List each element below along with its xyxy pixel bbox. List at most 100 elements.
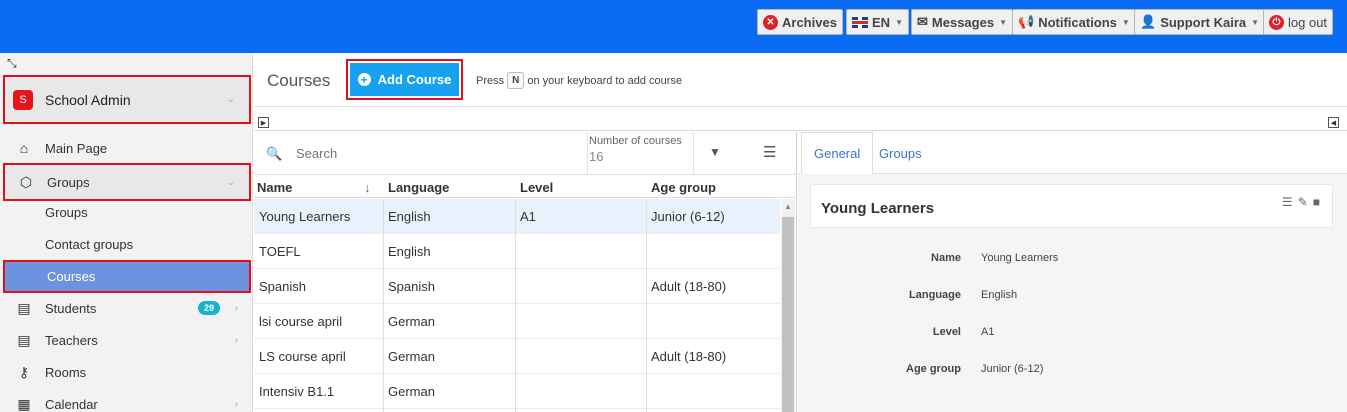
sidebar-item-label: Groups [45, 204, 88, 220]
logout-button[interactable]: ⏻ log out [1263, 9, 1334, 35]
sidebar-item-label: Courses [47, 269, 96, 284]
table-row[interactable]: Young Learners English A1 Junior (6-12) [254, 199, 780, 234]
cell-age-group: Adult (18-80) [651, 279, 727, 294]
megaphone-icon: 📢 [1018, 14, 1035, 29]
column-header-age-group[interactable]: Age group [651, 180, 716, 195]
list-icon[interactable]: ☰ [1282, 195, 1293, 209]
id-card-icon: ▤ [17, 331, 31, 348]
folder-icon[interactable]: ■ [1313, 195, 1320, 209]
sidebar-item-label: Contact groups [45, 236, 134, 252]
sidebar-item-students[interactable]: ▤ Students 29 › [0, 292, 252, 324]
table-row[interactable]: TOEFL English [254, 234, 780, 269]
user-dropdown[interactable]: 👤 Support Kaira ▼ [1134, 9, 1266, 35]
sidebar-item-calendar[interactable]: ▦ Calendar › [0, 388, 252, 412]
sidebar-item-label: Students [45, 300, 97, 316]
detail-tabs: General Groups [798, 132, 1347, 174]
cell-age-group: Junior (6-12) [651, 209, 725, 224]
logout-label: log out [1288, 14, 1328, 30]
collapse-right-icon[interactable]: ◀ [1328, 117, 1339, 128]
cell-name: Intensiv B1.1 [259, 384, 335, 399]
top-bar: ✕ Archives EN ▼ ✉ Messages ▼ 📢 Notificat… [0, 0, 1347, 53]
cell-language: German [388, 349, 435, 364]
sidebar-subitem-groups[interactable]: Groups [0, 196, 252, 228]
sort-down-icon[interactable]: ↓ [364, 180, 371, 195]
expand-left-icon[interactable]: ▶ [258, 117, 269, 128]
sidebar-item-label: Groups [47, 174, 90, 190]
detail-actions: ☰ ✎ ■ [1282, 195, 1320, 209]
sidebar: ⤡ S School Admin ⌄ ⌂ Main Page ⬡ Groups … [0, 53, 253, 412]
tab-groups[interactable]: Groups [867, 132, 934, 174]
hint-key: N [507, 72, 525, 89]
sidebar-item-teachers[interactable]: ▤ Teachers › [0, 324, 252, 356]
search-input[interactable] [296, 142, 576, 164]
user-label: Support Kaira [1160, 14, 1247, 30]
cell-age-group: Adult (18-80) [651, 349, 727, 364]
field-value: English [981, 289, 1018, 301]
notifications-dropdown[interactable]: 📢 Notifications ▼ [1012, 9, 1136, 35]
collapse-sidebar-icon[interactable]: ⤡ [7, 56, 17, 71]
hint-prefix: Press [476, 74, 505, 87]
archives-label: Archives [782, 14, 837, 30]
messages-label: Messages [931, 14, 995, 30]
table-row[interactable]: LS course april German Adult (18-80) [254, 339, 780, 374]
archives-button[interactable]: ✕ Archives [757, 9, 843, 35]
chevron-right-icon: › [234, 334, 238, 346]
table-row[interactable]: Spanish Spanish Adult (18-80) [254, 269, 780, 304]
field-label: Age group [906, 363, 961, 375]
sidebar-subitem-contact-groups[interactable]: Contact groups [0, 228, 252, 260]
cell-name: lsi course april [259, 314, 343, 329]
power-icon: ⏻ [1269, 14, 1284, 30]
table-header: Name ↓ Language Level Age group [254, 176, 797, 198]
field-label: Level [932, 326, 961, 338]
detail-field-language: Language English [798, 289, 1347, 309]
column-header-name[interactable]: Name [257, 180, 292, 195]
panel-toggle-strip: ▶ ◀ [254, 115, 1347, 131]
school-avatar: S [13, 89, 33, 110]
course-count: Number of courses 16 [587, 132, 694, 175]
add-course-button[interactable]: + Add Course [350, 63, 459, 96]
course-count-label: Number of courses [589, 135, 682, 147]
school-switcher[interactable]: S School Admin ⌄ [3, 75, 251, 124]
menu-icon[interactable]: ☰ [763, 143, 776, 161]
sidebar-item-main-page[interactable]: ⌂ Main Page [0, 132, 252, 164]
hint-suffix: on your keyboard to add course [527, 74, 683, 87]
envelope-icon: ✉ [917, 14, 928, 29]
home-icon: ⌂ [19, 140, 29, 156]
table-row[interactable]: Intensiv B1.1 German [254, 374, 780, 409]
cell-name: TOEFL [259, 244, 301, 259]
chevron-down-icon: ▼ [1251, 17, 1260, 27]
search-icon: 🔍 [266, 146, 283, 161]
calendar-icon: ▦ [17, 395, 31, 412]
uk-flag-icon [852, 16, 868, 28]
chevron-down-icon: ▼ [999, 17, 1007, 27]
sidebar-item-label: Rooms [45, 364, 87, 380]
cell-language: English [388, 209, 431, 224]
chevron-down-icon: ⌄ [226, 176, 235, 188]
id-card-icon: ▤ [17, 299, 31, 316]
sidebar-item-label: Calendar [45, 396, 98, 412]
sidebar-subitem-courses[interactable]: Courses [3, 260, 251, 293]
course-detail-panel: General Groups Young Learners ☰ ✎ ■ Name… [798, 132, 1347, 412]
pencil-icon[interactable]: ✎ [1298, 195, 1308, 209]
plus-circle-icon: + [357, 73, 371, 86]
chevron-right-icon: › [234, 302, 238, 314]
table-row[interactable]: lsi course april German [254, 304, 780, 339]
scroll-up-icon[interactable]: ▲ [784, 202, 792, 211]
grid-scrollbar[interactable]: ▲ [781, 199, 795, 412]
filter-icon[interactable]: ▼ [709, 145, 721, 159]
user-icon: 👤 [1140, 14, 1157, 29]
column-header-language[interactable]: Language [388, 180, 449, 195]
messages-dropdown[interactable]: ✉ Messages ▼ [911, 9, 1013, 35]
cell-name: LS course april [259, 349, 346, 364]
sidebar-item-rooms[interactable]: ⚷ Rooms [0, 356, 252, 388]
add-course-highlight: + Add Course [346, 59, 463, 100]
language-dropdown[interactable]: EN ▼ [846, 9, 909, 35]
tab-general[interactable]: General [801, 132, 874, 174]
field-label: Name [931, 252, 961, 264]
scrollbar-thumb[interactable] [782, 217, 794, 412]
tab-label: Groups [879, 145, 922, 161]
course-count-value: 16 [589, 149, 604, 164]
column-header-level[interactable]: Level [520, 180, 553, 195]
add-course-label: Add Course [377, 72, 452, 87]
detail-field-name: Name Young Learners [798, 252, 1347, 272]
